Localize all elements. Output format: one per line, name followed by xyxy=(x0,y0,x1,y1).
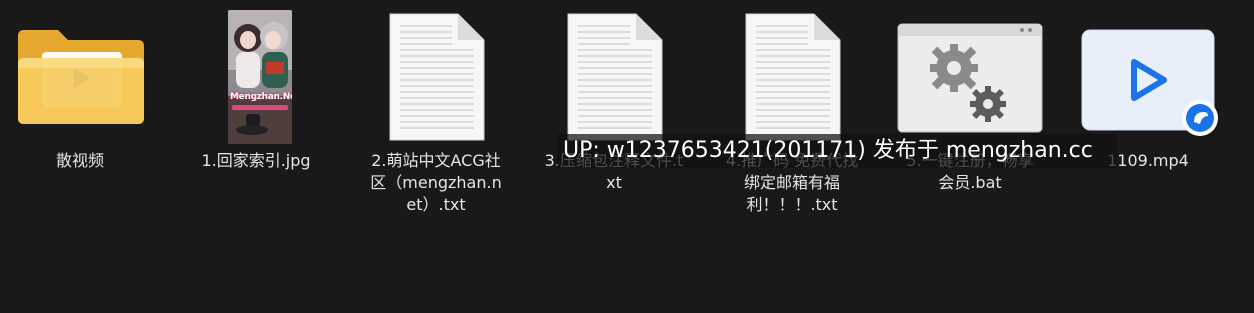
file-label: 1.回家索引.jpg xyxy=(201,151,311,170)
video-file-icon xyxy=(1068,6,1228,146)
image-thumbnail: Mengzhan.Net xyxy=(176,6,336,146)
thumbnail-brand-ribbon xyxy=(232,105,288,110)
thumbnail-brand-text: Mengzhan.Net xyxy=(230,92,292,102)
file-item-image[interactable]: Mengzhan.Net 1.回家索引.jpg xyxy=(176,0,336,313)
watermark-overlay: UP: w1237653421(201171) 发布于 mengzhan.cc xyxy=(557,134,1117,168)
image-thumbnail-preview: Mengzhan.Net xyxy=(228,10,292,144)
folder-icon xyxy=(0,6,160,146)
file-item-folder[interactable]: 散视频 xyxy=(0,0,160,313)
file-label: 2.萌站中文ACG社区（mengzhan.net）.txt xyxy=(370,151,502,214)
file-item-text-1[interactable]: 2.萌站中文ACG社区（mengzhan.net）.txt xyxy=(356,0,516,313)
text-file-icon xyxy=(712,6,872,146)
file-label: 散视频 xyxy=(55,151,104,170)
text-file-icon xyxy=(356,6,516,146)
batch-file-icon xyxy=(890,6,1050,146)
file-explorer-icon-view: 散视频 Mengzhan.Net xyxy=(0,0,1254,313)
text-file-icon xyxy=(534,6,694,146)
